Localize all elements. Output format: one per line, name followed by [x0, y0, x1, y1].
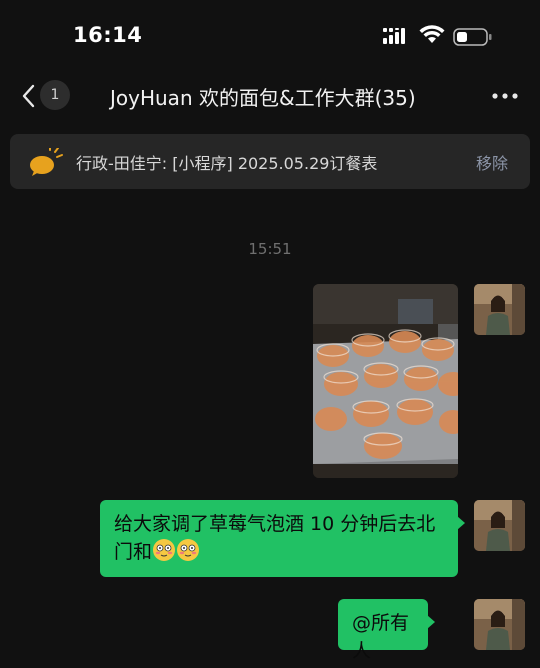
chat-title: JoyHuan 欢的面包&工作大群(35)	[110, 86, 416, 110]
announcement-icon	[30, 148, 63, 176]
signal-icon	[383, 28, 405, 44]
message-text: @所有人	[352, 612, 410, 662]
back-arrow-icon[interactable]	[18, 82, 40, 110]
dizzy-face-emoji-icon	[177, 539, 200, 561]
drinks-photo	[313, 284, 458, 478]
status-time: 16:14	[73, 23, 143, 47]
text-message-bubble[interactable]: @所有人	[338, 599, 435, 662]
pinned-message-bar[interactable]: 行政-田佳宁: [小程序] 2025.05.29订餐表 移除	[10, 134, 530, 189]
text-message-bubble[interactable]: 给大家调了草莓气泡酒 10 分钟后去北门和	[100, 500, 465, 577]
remove-pin-button[interactable]: 移除	[476, 150, 508, 174]
pinned-message-text: 行政-田佳宁: [小程序] 2025.05.29订餐表	[76, 154, 378, 173]
wifi-icon	[419, 25, 445, 43]
more-options-icon[interactable]	[492, 93, 518, 99]
sender-avatar[interactable]	[474, 284, 525, 335]
message-timestamp: 15:51	[248, 240, 292, 258]
battery-icon	[453, 28, 492, 46]
sender-avatar[interactable]	[474, 599, 525, 650]
image-message[interactable]	[313, 284, 458, 478]
unread-count-badge[interactable]: 1	[40, 80, 70, 110]
status-bar: 16:14	[0, 0, 540, 72]
sender-avatar[interactable]	[474, 500, 525, 551]
bubble-tail	[427, 615, 435, 629]
bubble-tail	[457, 516, 465, 530]
dizzy-face-emoji-icon	[153, 539, 176, 561]
chat-header: 1 JoyHuan 欢的面包&工作大群(35)	[0, 72, 540, 122]
